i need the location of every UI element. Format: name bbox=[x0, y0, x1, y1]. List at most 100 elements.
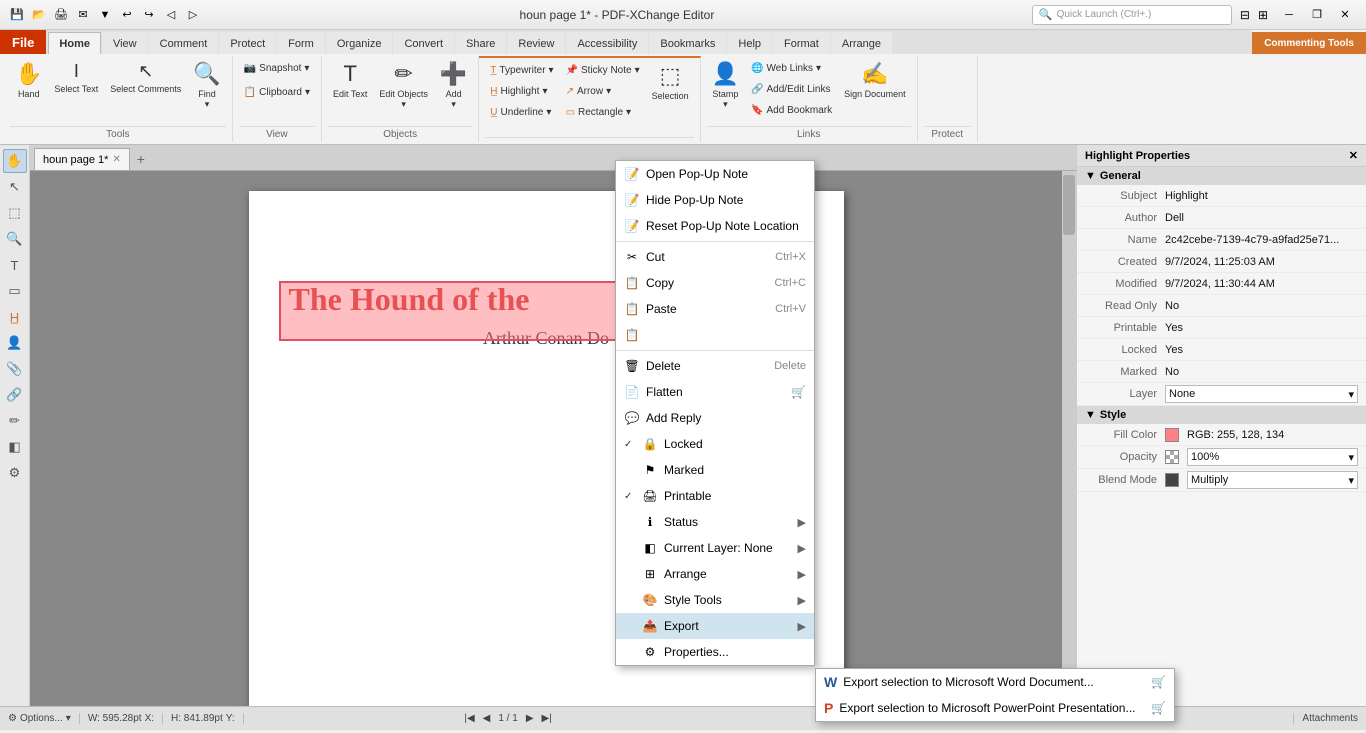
tool-settings[interactable]: ⚙ bbox=[3, 461, 27, 485]
add-bookmark-button[interactable]: 🔖 Add Bookmark bbox=[746, 100, 837, 120]
sticky-note-button[interactable]: 📌 Sticky Note ▾ bbox=[561, 60, 645, 80]
ctx-hide-popup-note[interactable]: 📝 Hide Pop-Up Note bbox=[616, 187, 814, 213]
tab-share[interactable]: Share bbox=[455, 32, 506, 54]
tab-review[interactable]: Review bbox=[507, 32, 565, 54]
expand-icon[interactable]: ⊞ bbox=[1258, 8, 1268, 22]
ctx-current-layer[interactable]: ◧ Current Layer: None ▶ bbox=[616, 535, 814, 561]
find-button[interactable]: 🔍 Find ▾ bbox=[188, 58, 225, 120]
ctx-delete[interactable]: 🗑 Delete Delete bbox=[616, 353, 814, 379]
save-icon[interactable]: 💾 bbox=[8, 6, 26, 24]
web-links-button[interactable]: 🌐 Web Links ▾ bbox=[746, 58, 837, 78]
tool-shapes[interactable]: ▭ bbox=[3, 279, 27, 303]
tool-annotate[interactable]: ✏ bbox=[3, 409, 27, 433]
general-section-header[interactable]: ▼ General bbox=[1077, 167, 1366, 185]
email-icon[interactable]: ✉ bbox=[74, 6, 92, 24]
new-tab-button[interactable]: + bbox=[130, 148, 152, 170]
ctx-style-tools[interactable]: 🎨 Style Tools ▶ bbox=[616, 587, 814, 613]
view-toggle-icon[interactable]: ⊟ bbox=[1240, 8, 1250, 22]
qa-icon5[interactable]: ▼ bbox=[96, 6, 114, 24]
vertical-scrollbar[interactable] bbox=[1062, 171, 1076, 706]
tool-comment-select[interactable]: ⬚ bbox=[3, 201, 27, 225]
layer-select[interactable]: None ▾ bbox=[1165, 385, 1358, 403]
select-text-button[interactable]: I Select Text bbox=[49, 58, 103, 120]
hand-button[interactable]: ✋ Hand bbox=[10, 58, 47, 120]
ctx-open-popup-note[interactable]: 📝 Open Pop-Up Note bbox=[616, 161, 814, 187]
ctx-status[interactable]: ℹ Status ▶ bbox=[616, 509, 814, 535]
stamp-button[interactable]: 👤 Stamp ▾ bbox=[707, 58, 744, 120]
tool-layers[interactable]: ◧ bbox=[3, 435, 27, 459]
quick-launch-search[interactable]: 🔍 Quick Launch (Ctrl+.) bbox=[1032, 5, 1232, 25]
minimize-button[interactable]: ─ bbox=[1276, 6, 1302, 24]
tab-bookmarks[interactable]: Bookmarks bbox=[649, 32, 726, 54]
opacity-select[interactable]: 100% ▾ bbox=[1187, 448, 1358, 466]
close-button[interactable]: ✕ bbox=[1332, 6, 1358, 24]
ctx-marked[interactable]: ⚑ Marked bbox=[616, 457, 814, 483]
clipboard-button[interactable]: 📋 Clipboard ▾ bbox=[239, 82, 315, 102]
document-tab[interactable]: houn page 1* ✕ bbox=[34, 148, 130, 170]
edit-objects-button[interactable]: ✏ Edit Objects ▾ bbox=[374, 58, 433, 120]
ctx-copy[interactable]: 📋 Copy Ctrl+C bbox=[616, 270, 814, 296]
ctx-paste[interactable]: 📋 Paste Ctrl+V bbox=[616, 296, 814, 322]
tab-accessibility[interactable]: Accessibility bbox=[566, 32, 648, 54]
forward-icon[interactable]: ▷ bbox=[184, 6, 202, 24]
tab-home[interactable]: Home bbox=[48, 32, 101, 54]
options-item[interactable]: ⚙ Options... ▾ bbox=[8, 713, 80, 724]
arrow-button[interactable]: ↗ Arrow ▾ bbox=[561, 81, 645, 101]
scrollbar-handle[interactable] bbox=[1063, 175, 1075, 235]
underline-button[interactable]: U̲ Underline ▾ bbox=[485, 102, 558, 122]
ctx-export[interactable]: 📤 Export ▶ bbox=[616, 613, 814, 639]
prev-page-button[interactable]: ◀ bbox=[483, 713, 491, 724]
tool-zoom[interactable]: 🔍 bbox=[3, 227, 27, 251]
ctx-arrange[interactable]: ⊞ Arrange ▶ bbox=[616, 561, 814, 587]
tab-form[interactable]: Form bbox=[277, 32, 325, 54]
print-icon[interactable]: 🖨 bbox=[52, 6, 70, 24]
ctx-cut[interactable]: ✂ Cut Ctrl+X bbox=[616, 244, 814, 270]
tool-text[interactable]: T bbox=[3, 253, 27, 277]
snapshot-button[interactable]: 📷 Snapshot ▾ bbox=[239, 58, 315, 78]
style-section-header[interactable]: ▼ Style bbox=[1077, 406, 1366, 424]
tool-attach[interactable]: 📎 bbox=[3, 357, 27, 381]
redo-icon[interactable]: ↪ bbox=[140, 6, 158, 24]
ctx-properties[interactable]: ⚙ Properties... bbox=[616, 639, 814, 665]
export-word-item[interactable]: W Export selection to Microsoft Word Doc… bbox=[816, 669, 1174, 695]
tab-organize[interactable]: Organize bbox=[326, 32, 393, 54]
tab-close-button[interactable]: ✕ bbox=[112, 154, 120, 165]
ctx-add-reply[interactable]: 💬 Add Reply bbox=[616, 405, 814, 431]
ctx-locked[interactable]: ✓ 🔒 Locked bbox=[616, 431, 814, 457]
tab-format[interactable]: Format bbox=[773, 32, 830, 54]
tool-hand[interactable]: ✋ bbox=[3, 149, 27, 173]
restore-button[interactable]: ❐ bbox=[1304, 6, 1330, 24]
fill-color-swatch[interactable] bbox=[1165, 428, 1179, 442]
back-icon[interactable]: ◁ bbox=[162, 6, 180, 24]
tool-stamp[interactable]: 👤 bbox=[3, 331, 27, 355]
tool-link[interactable]: 🔗 bbox=[3, 383, 27, 407]
ctx-printable[interactable]: ✓ 🖨 Printable bbox=[616, 483, 814, 509]
properties-close-icon[interactable]: ✕ bbox=[1349, 149, 1358, 162]
tool-highlight[interactable]: H̲ bbox=[3, 305, 27, 329]
tab-protect[interactable]: Protect bbox=[219, 32, 276, 54]
add-edit-links-button[interactable]: 🔗 Add/Edit Links bbox=[746, 79, 837, 99]
tool-select[interactable]: ↖ bbox=[3, 175, 27, 199]
ctx-reset-popup[interactable]: 📝 Reset Pop-Up Note Location bbox=[616, 213, 814, 239]
select-comments-button[interactable]: ↖ Select Comments bbox=[105, 58, 186, 120]
next-page-button[interactable]: ▶ bbox=[526, 713, 534, 724]
attachments-label[interactable]: Attachments bbox=[1293, 713, 1358, 724]
blend-mode-select[interactable]: Multiply ▾ bbox=[1187, 471, 1358, 489]
tab-arrange[interactable]: Arrange bbox=[831, 32, 892, 54]
typewriter-button[interactable]: T̲ Typewriter ▾ bbox=[485, 60, 558, 80]
ctx-flatten[interactable]: 📄 Flatten 🛒 bbox=[616, 379, 814, 405]
first-page-button[interactable]: |◀ bbox=[464, 713, 474, 724]
tab-view[interactable]: View bbox=[102, 32, 148, 54]
rectangle-button[interactable]: ▭ Rectangle ▾ bbox=[561, 102, 645, 122]
open-icon[interactable]: 📂 bbox=[30, 6, 48, 24]
selection-button[interactable]: ⬚ Selection bbox=[647, 60, 694, 122]
export-ppt-item[interactable]: P Export selection to Microsoft PowerPoi… bbox=[816, 695, 1174, 721]
highlight-button[interactable]: H̲ Highlight ▾ bbox=[485, 81, 558, 101]
undo-icon[interactable]: ↩ bbox=[118, 6, 136, 24]
tab-comment[interactable]: Comment bbox=[149, 32, 219, 54]
tab-convert[interactable]: Convert bbox=[393, 32, 454, 54]
file-tab[interactable]: File bbox=[0, 30, 46, 54]
add-button[interactable]: ➕ Add ▾ bbox=[435, 58, 472, 120]
tab-help[interactable]: Help bbox=[727, 32, 772, 54]
sign-document-button[interactable]: ✍ Sign Document bbox=[839, 58, 911, 120]
